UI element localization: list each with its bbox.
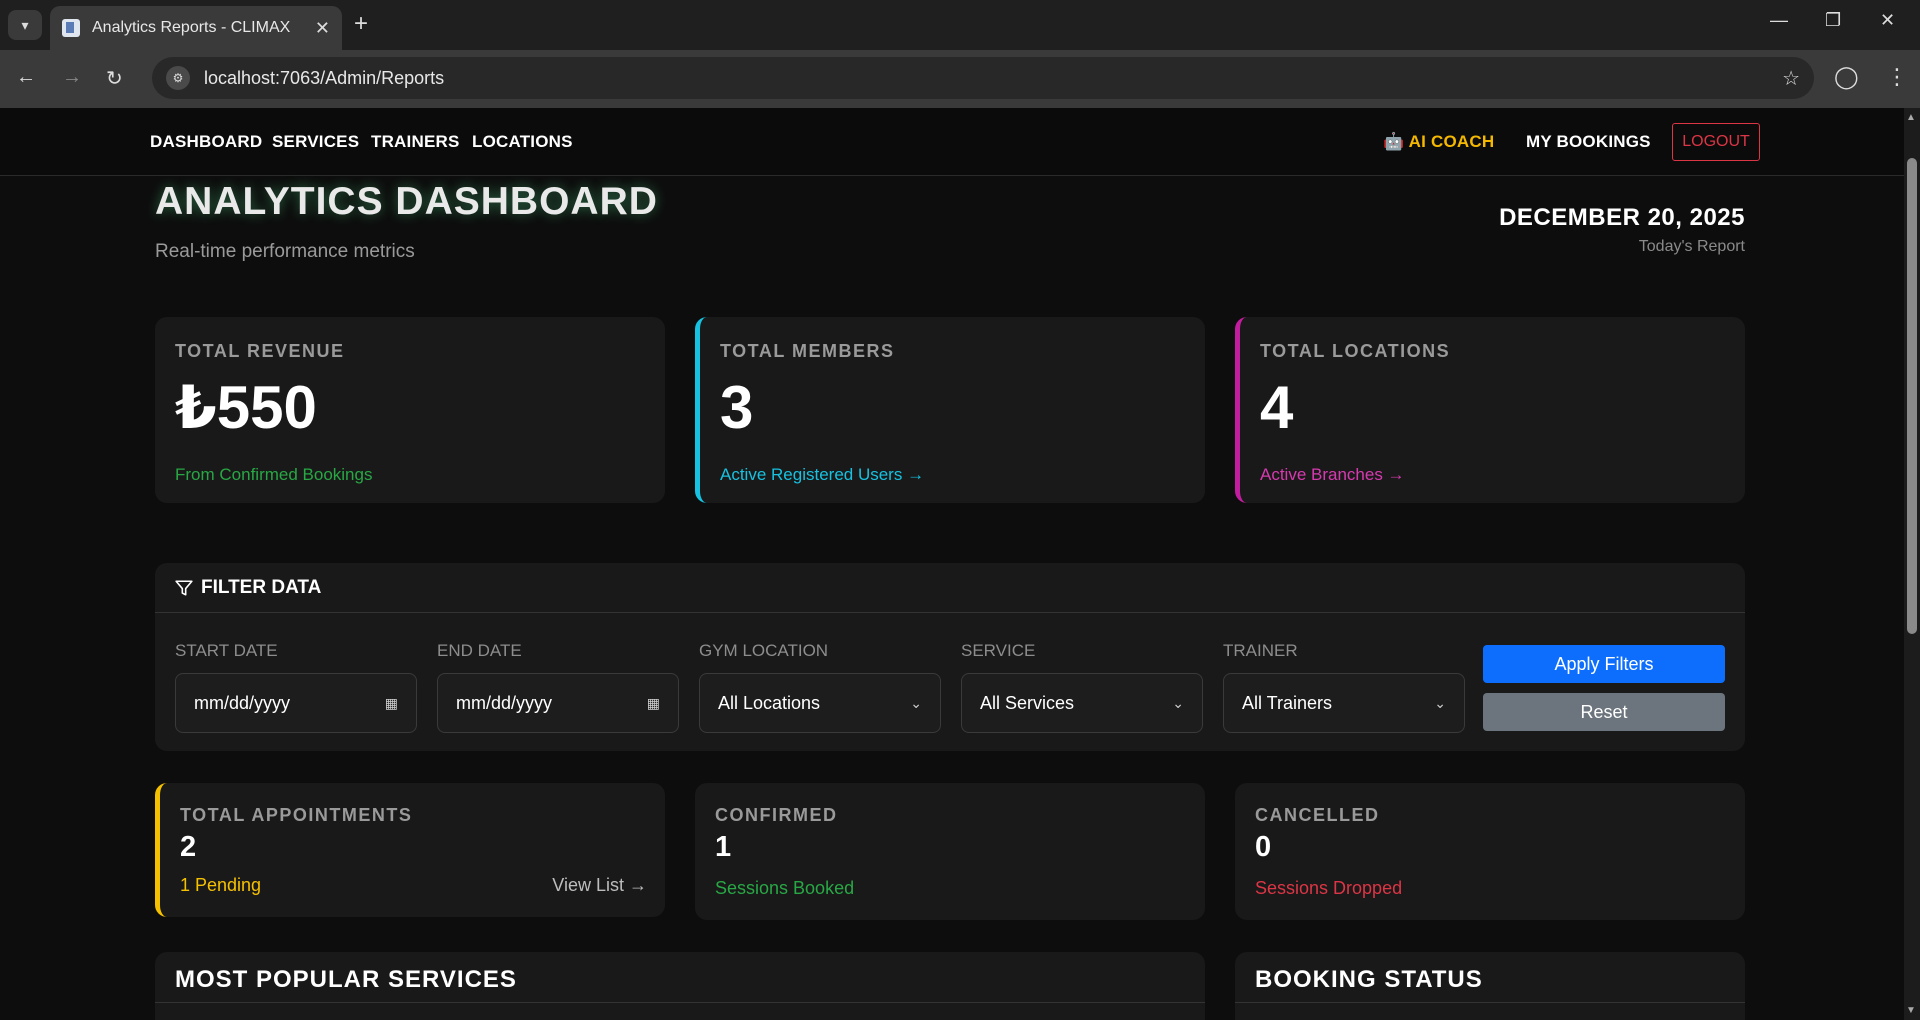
stat-label: TOTAL MEMBERS bbox=[720, 341, 895, 361]
location-selected: All Locations bbox=[718, 692, 821, 713]
branches-link[interactable]: Active Branches → bbox=[1260, 465, 1405, 485]
close-icon[interactable]: ✕ bbox=[315, 18, 330, 39]
page-title: ANALYTICS DASHBOARD bbox=[155, 180, 658, 223]
service-select[interactable]: All Services ⌄ bbox=[961, 673, 1203, 733]
apply-filters-button[interactable]: Apply Filters bbox=[1483, 645, 1725, 683]
service-label: SERVICE bbox=[961, 641, 1036, 660]
scroll-down-icon[interactable]: ▼ bbox=[1906, 1005, 1916, 1016]
reload-icon[interactable]: ↻ bbox=[106, 66, 123, 91]
stat-label: TOTAL APPOINTMENTS bbox=[180, 805, 413, 825]
popular-services-card: MOST POPULAR SERVICES bbox=[155, 952, 1205, 1020]
top-navbar: DASHBOARD SERVICES TRAINERS LOCATIONS 🤖 … bbox=[0, 108, 1904, 176]
ai-coach-label: AI COACH bbox=[1408, 132, 1495, 151]
calendar-icon[interactable]: ▦ bbox=[647, 695, 660, 712]
profile-icon[interactable]: ◯ bbox=[1834, 64, 1859, 90]
new-tab-button[interactable]: + bbox=[354, 10, 368, 38]
tab-search-button[interactable]: ▾ bbox=[8, 10, 42, 40]
end-date-label: END DATE bbox=[437, 641, 522, 660]
bookmark-star-icon[interactable]: ☆ bbox=[1782, 66, 1800, 91]
nav-my-bookings[interactable]: MY BOOKINGS bbox=[1526, 132, 1651, 152]
end-date-input[interactable]: mm/dd/yyyy ▦ bbox=[437, 673, 679, 733]
chevron-down-icon: ⌄ bbox=[1434, 694, 1446, 711]
chevron-down-icon: ⌄ bbox=[910, 694, 922, 711]
report-date-caption: Today's Report bbox=[1638, 238, 1745, 255]
funnel-icon bbox=[175, 579, 193, 596]
members-link[interactable]: Active Registered Users → bbox=[720, 465, 924, 485]
confirmed-card: CONFIRMED 1 Sessions Booked bbox=[695, 783, 1205, 920]
calendar-icon[interactable]: ▦ bbox=[385, 695, 398, 712]
chevron-down-icon: ⌄ bbox=[1172, 694, 1184, 711]
forward-arrow-icon[interactable]: → bbox=[62, 66, 82, 89]
trainer-label: TRAINER bbox=[1223, 641, 1298, 660]
browser-tab-strip: ▾ Analytics Reports - CLIMAX ✕ + — ❐ ✕ bbox=[0, 0, 1920, 50]
divider bbox=[1235, 1002, 1745, 1003]
location-label: GYM LOCATION bbox=[699, 641, 829, 660]
window-close-icon[interactable]: ✕ bbox=[1880, 10, 1895, 31]
nav-trainers[interactable]: TRAINERS bbox=[371, 132, 460, 152]
total-revenue-card: TOTAL REVENUE ₺550 From Confirmed Bookin… bbox=[155, 317, 665, 503]
filter-panel: FILTER DATA START DATE mm/dd/yyyy ▦ END … bbox=[155, 563, 1745, 751]
trainer-selected: All Trainers bbox=[1242, 692, 1333, 713]
start-date-input[interactable]: mm/dd/yyyy ▦ bbox=[175, 673, 417, 733]
service-selected: All Services bbox=[980, 692, 1075, 713]
stat-value: 3 bbox=[720, 374, 754, 441]
back-arrow-icon[interactable]: ← bbox=[16, 66, 36, 89]
stat-value: 1 bbox=[715, 831, 732, 863]
address-bar[interactable]: ⚙ localhost:7063/Admin/Reports ☆ bbox=[152, 57, 1814, 99]
divider bbox=[155, 1002, 1205, 1003]
total-members-card: TOTAL MEMBERS 3 Active Registered Users … bbox=[695, 317, 1205, 503]
stat-caption: Sessions Dropped bbox=[1255, 878, 1403, 898]
location-select[interactable]: All Locations ⌄ bbox=[699, 673, 941, 733]
stat-value: 2 bbox=[180, 831, 197, 863]
nav-ai-coach[interactable]: 🤖 AI COACH bbox=[1383, 132, 1494, 152]
total-appointments-card: TOTAL APPOINTMENTS 2 1 Pending View List… bbox=[155, 783, 665, 917]
nav-services[interactable]: SERVICES bbox=[272, 132, 359, 152]
tab-title: Analytics Reports - CLIMAX bbox=[92, 19, 291, 36]
start-date-label: START DATE bbox=[175, 641, 278, 660]
filter-header: FILTER DATA bbox=[155, 563, 1745, 613]
section-title: MOST POPULAR SERVICES bbox=[175, 966, 517, 993]
filter-title: FILTER DATA bbox=[201, 576, 322, 598]
stat-caption: Sessions Booked bbox=[715, 878, 855, 898]
restore-icon[interactable]: ❐ bbox=[1825, 10, 1841, 31]
site-info-icon[interactable]: ⚙ bbox=[166, 66, 190, 90]
trainer-select[interactable]: All Trainers ⌄ bbox=[1223, 673, 1465, 733]
page-viewport: DASHBOARD SERVICES TRAINERS LOCATIONS 🤖 … bbox=[0, 108, 1904, 1020]
stat-value: 0 bbox=[1255, 831, 1272, 863]
page-subtitle: Real-time performance metrics bbox=[155, 241, 415, 262]
scrollbar-thumb[interactable] bbox=[1907, 158, 1917, 634]
stat-value: ₺550 bbox=[175, 374, 317, 441]
scroll-up-icon[interactable]: ▲ bbox=[1906, 112, 1916, 123]
nav-dashboard[interactable]: DASHBOARD bbox=[150, 132, 262, 152]
nav-locations[interactable]: LOCATIONS bbox=[472, 132, 573, 152]
stat-caption: From Confirmed Bookings bbox=[175, 465, 373, 484]
robot-icon: 🤖 bbox=[1383, 132, 1405, 151]
page-scrollbar[interactable]: ▲ ▼ bbox=[1904, 108, 1920, 1020]
address-toolbar: ← → ↻ ⚙ localhost:7063/Admin/Reports ☆ ◯… bbox=[0, 50, 1920, 108]
report-date: DECEMBER 20, 2025 bbox=[1499, 204, 1745, 231]
total-locations-card: TOTAL LOCATIONS 4 Active Branches → bbox=[1235, 317, 1745, 503]
page-favicon-icon bbox=[62, 19, 80, 37]
view-list-link[interactable]: View List → bbox=[552, 875, 647, 896]
stat-value: 4 bbox=[1260, 374, 1294, 441]
browser-menu-icon[interactable]: ⋮ bbox=[1886, 64, 1908, 90]
stat-label: CANCELLED bbox=[1255, 805, 1380, 825]
logout-button[interactable]: LOGOUT bbox=[1672, 123, 1760, 161]
start-date-value: mm/dd/yyyy bbox=[194, 692, 291, 713]
url-text[interactable]: localhost:7063/Admin/Reports bbox=[204, 68, 1782, 89]
stat-label: CONFIRMED bbox=[715, 805, 838, 825]
stat-label: TOTAL LOCATIONS bbox=[1260, 341, 1451, 361]
browser-tab[interactable]: Analytics Reports - CLIMAX ✕ bbox=[50, 6, 342, 50]
end-date-value: mm/dd/yyyy bbox=[456, 692, 553, 713]
pending-count: 1 Pending bbox=[180, 875, 262, 895]
reset-button[interactable]: Reset bbox=[1483, 693, 1725, 731]
minimize-icon[interactable]: — bbox=[1770, 10, 1788, 31]
cancelled-card: CANCELLED 0 Sessions Dropped bbox=[1235, 783, 1745, 920]
section-title: BOOKING STATUS bbox=[1255, 966, 1483, 993]
stat-label: TOTAL REVENUE bbox=[175, 341, 345, 361]
booking-status-card: BOOKING STATUS bbox=[1235, 952, 1745, 1020]
